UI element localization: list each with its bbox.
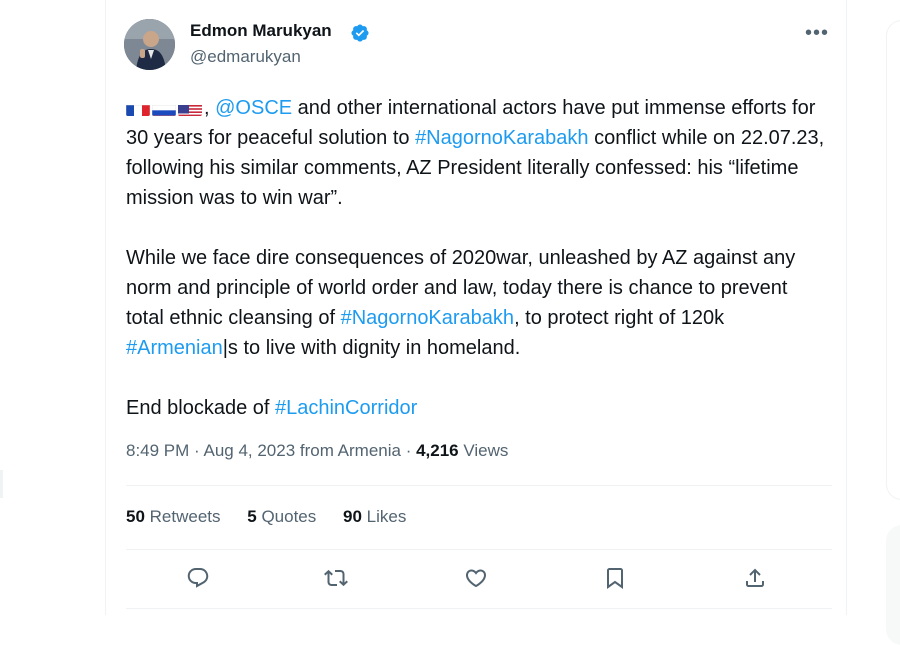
sidebar-card-secondary bbox=[886, 525, 900, 645]
views-count: 4,216 bbox=[416, 441, 459, 460]
avatar-image bbox=[124, 19, 175, 70]
quotes-count: 5 bbox=[247, 507, 256, 526]
tweet-text: , @OSCE and other international actors h… bbox=[126, 93, 826, 423]
retweet-button[interactable] bbox=[324, 566, 350, 592]
tweet-stats: 50 Retweets 5 Quotes 90 Likes bbox=[126, 507, 428, 527]
hashtag-link[interactable]: #NagornoKarabakh bbox=[341, 307, 514, 329]
share-button[interactable] bbox=[743, 566, 769, 592]
like-icon bbox=[464, 566, 488, 590]
retweets-stat[interactable]: 50 Retweets bbox=[126, 507, 221, 526]
timestamp-link[interactable]: 8:49 PM · Aug 4, 2023 from Armenia · bbox=[126, 441, 416, 460]
text-span: End blockade of bbox=[126, 397, 275, 419]
like-button[interactable] bbox=[464, 566, 490, 592]
divider bbox=[126, 485, 832, 486]
hashtag-link[interactable]: #Armenian bbox=[126, 337, 223, 359]
reply-icon bbox=[186, 566, 210, 590]
share-icon bbox=[743, 566, 767, 590]
divider bbox=[126, 608, 832, 609]
avatar[interactable] bbox=[124, 19, 175, 70]
retweets-count: 50 bbox=[126, 507, 145, 526]
likes-stat[interactable]: 90 Likes bbox=[343, 507, 406, 526]
flag-france-icon bbox=[126, 100, 150, 116]
likes-count: 90 bbox=[343, 507, 362, 526]
quotes-stat[interactable]: 5 Quotes bbox=[247, 507, 316, 526]
sidebar-card bbox=[886, 20, 900, 500]
flag-usa-icon bbox=[178, 100, 202, 116]
verified-badge-icon bbox=[350, 23, 370, 43]
retweet-icon bbox=[324, 566, 348, 590]
hashtag-link[interactable]: #LachinCorridor bbox=[275, 397, 417, 419]
hashtag-link[interactable]: #NagornoKarabakh bbox=[415, 127, 588, 149]
divider bbox=[126, 549, 832, 550]
reply-button[interactable] bbox=[186, 566, 212, 592]
tweet-paragraph-1: , @OSCE and other international actors h… bbox=[126, 93, 826, 213]
likes-label: Likes bbox=[362, 507, 406, 526]
text-span: |s to live with dignity in homeland. bbox=[223, 337, 521, 359]
flag-russia-icon bbox=[152, 100, 176, 116]
separator-text: , bbox=[204, 97, 210, 119]
views-label: Views bbox=[459, 441, 509, 460]
bookmark-button[interactable] bbox=[603, 566, 629, 592]
quotes-label: Quotes bbox=[257, 507, 317, 526]
author-handle[interactable]: @edmarukyan bbox=[190, 47, 301, 67]
tweet-meta: 8:49 PM · Aug 4, 2023 from Armenia · 4,2… bbox=[126, 441, 508, 461]
column-right-border bbox=[846, 0, 847, 615]
mention-link[interactable]: @OSCE bbox=[215, 97, 292, 119]
left-nav-edge bbox=[0, 470, 3, 498]
tweet-paragraph-2: While we face dire consequences of 2020w… bbox=[126, 243, 826, 363]
tweet-paragraph-3: End blockade of #LachinCorridor bbox=[126, 393, 826, 423]
more-options-icon[interactable]: ••• bbox=[805, 22, 829, 45]
bookmark-icon bbox=[603, 566, 627, 590]
column-left-border bbox=[105, 0, 106, 615]
retweets-label: Retweets bbox=[145, 507, 221, 526]
text-span: , to protect right of 120k bbox=[514, 307, 724, 329]
author-name[interactable]: Edmon Marukyan bbox=[190, 21, 332, 41]
